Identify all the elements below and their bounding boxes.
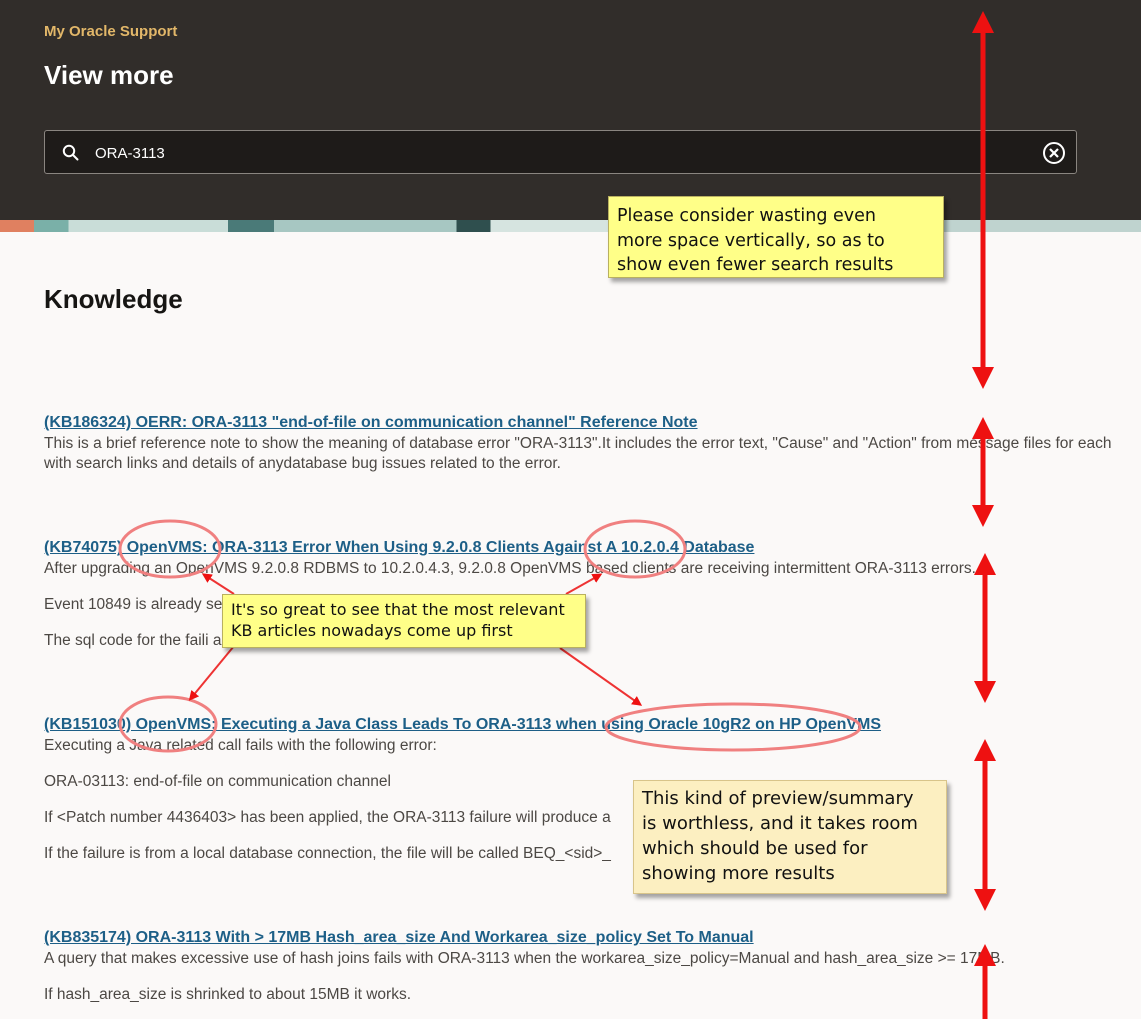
section-title: Knowledge bbox=[44, 284, 183, 314]
annotation-text: KB articles nowadays come up first bbox=[231, 621, 513, 640]
header: My Oracle Support View more bbox=[0, 0, 1141, 220]
annotation-note-relevance: It's so great to see that the most relev… bbox=[222, 594, 586, 648]
search-icon bbox=[62, 144, 79, 161]
result-title-link[interactable]: (KB74075) OpenVMS: ORA-3113 Error When U… bbox=[44, 537, 1141, 559]
annotation-text: more space vertically, so as to bbox=[617, 230, 885, 251]
clear-icon[interactable] bbox=[1042, 141, 1066, 165]
search-box[interactable] bbox=[44, 130, 1077, 175]
annotation-text: This kind of preview/summary bbox=[642, 788, 914, 809]
result-item: (KB835174) ORA-3113 With > 17MB Hash_are… bbox=[44, 927, 1141, 1005]
page: My Oracle Support View more Knowledge (K… bbox=[0, 0, 1141, 1019]
result-item: (KB151030) OpenVMS: Executing a Java Cla… bbox=[44, 714, 1141, 864]
banner-decoration bbox=[0, 220, 1141, 232]
result-title-link[interactable]: (KB186324) OERR: ORA-3113 "end-of-file o… bbox=[44, 412, 1141, 434]
result-summary: The sql code for the faili acters. bbox=[44, 632, 260, 649]
result-summary: After upgrading an OpenVMS 9.2.0.8 RDBMS… bbox=[44, 560, 976, 577]
result-item: (KB186324) OERR: ORA-3113 "end-of-file o… bbox=[44, 412, 1141, 474]
result-summary: with search links and details of anydata… bbox=[44, 455, 561, 472]
annotation-text: which should be used for bbox=[642, 838, 868, 859]
annotation-note-preview: This kind of preview/summary is worthles… bbox=[633, 780, 947, 894]
result-summary: ORA-03113: end-of-file on communication … bbox=[44, 773, 391, 790]
brand-link[interactable]: My Oracle Support bbox=[44, 23, 177, 40]
result-summary: Executing a Java related call fails with… bbox=[44, 737, 437, 754]
annotation-text: Please consider wasting even bbox=[617, 206, 877, 226]
result-title-link[interactable]: (KB835174) ORA-3113 With > 17MB Hash_are… bbox=[44, 927, 1141, 949]
page-title: View more bbox=[44, 60, 174, 90]
result-summary: Event 10849 is already se bbox=[44, 596, 223, 613]
result-summary: If hash_area_size is shrinked to about 1… bbox=[44, 986, 412, 1003]
annotation-text: It's so great to see that the most relev… bbox=[231, 600, 565, 619]
result-summary: If <Patch number 4436403> has been appli… bbox=[44, 809, 611, 826]
result-summary: A query that makes excessive use of hash… bbox=[44, 950, 1005, 967]
result-summary: If the failure is from a local database … bbox=[44, 845, 611, 862]
result-title-link[interactable]: (KB151030) OpenVMS: Executing a Java Cla… bbox=[44, 714, 1141, 736]
result-item: (KB74075) OpenVMS: ORA-3113 Error When U… bbox=[44, 537, 1141, 651]
search-input[interactable] bbox=[93, 131, 1037, 175]
annotation-text: show even fewer search results bbox=[617, 255, 894, 275]
result-summary: This is a brief reference note to show t… bbox=[44, 435, 1112, 452]
annotation-note-vertical-space: Please consider wasting even more space … bbox=[608, 196, 944, 278]
annotation-text: showing more results bbox=[642, 863, 835, 884]
annotation-text: is worthless, and it takes room bbox=[642, 813, 918, 834]
